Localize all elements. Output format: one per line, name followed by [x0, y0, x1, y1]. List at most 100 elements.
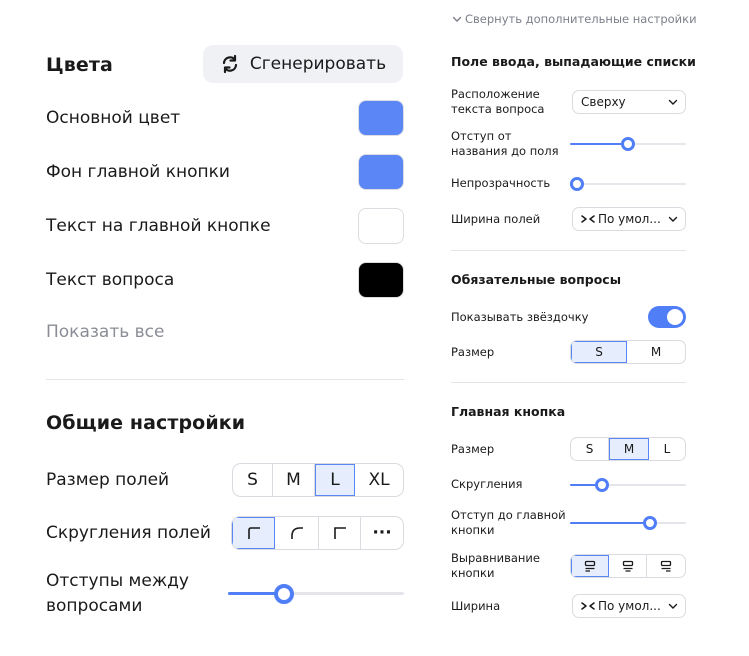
general-settings-title: Общие настройки: [46, 412, 246, 434]
color-row-main-button-text: Текст на главной кнопке: [46, 208, 404, 244]
main-button-alignment-row: Выравнивание кнопки: [451, 551, 686, 581]
field-rounding-label: Скругления полей: [46, 522, 211, 543]
main-button-rounding-slider[interactable]: [570, 477, 686, 492]
main-button-width-label: Ширина: [451, 598, 501, 613]
main-button-width-select[interactable]: По умол...: [572, 594, 686, 618]
align-center-icon: [622, 560, 634, 572]
field-rounding-segmented: ···: [231, 516, 404, 550]
color-label: Фон главной кнопки: [46, 162, 230, 182]
divider: [46, 379, 404, 380]
required-size-segmented: S M: [570, 340, 686, 364]
corner-round-icon: [289, 525, 305, 541]
width-arrows-icon: [581, 214, 595, 224]
main-button-offset-label: Отступ до главной кнопки: [451, 508, 566, 537]
color-label: Текст на главной кнопке: [46, 216, 271, 236]
chevron-down-icon: [668, 97, 678, 107]
inputs-section-title: Поле ввода, выпадающие списки: [451, 54, 696, 69]
collapse-advanced-link[interactable]: Свернуть дополнительные настройки: [452, 12, 697, 26]
select-value: По умол...: [598, 599, 661, 613]
question-position-select[interactable]: Сверху: [572, 90, 686, 114]
slider-thumb[interactable]: [570, 176, 584, 191]
align-left-icon: [584, 560, 596, 572]
generate-button[interactable]: Сгенерировать: [203, 45, 403, 83]
align-right-icon: [660, 560, 672, 572]
rounding-option-none[interactable]: [319, 517, 361, 549]
select-value-wrap: По умол...: [581, 599, 661, 613]
align-left-option[interactable]: [571, 555, 609, 577]
color-label: Текст вопроса: [46, 270, 175, 290]
required-size-option-m[interactable]: M: [627, 341, 685, 363]
field-size-option-m[interactable]: M: [273, 464, 315, 496]
main-button-offset-slider[interactable]: [570, 516, 686, 530]
required-size-row: Размер S M: [451, 340, 686, 364]
width-arrows-icon: [581, 601, 595, 611]
colors-title: Цвета: [46, 54, 113, 76]
main-button-size-row: Размер S M L: [451, 437, 686, 461]
color-label: Основной цвет: [46, 108, 181, 128]
field-width-select[interactable]: По умол...: [572, 207, 686, 231]
align-right-option[interactable]: [647, 555, 685, 577]
chevron-down-icon: [668, 601, 678, 611]
field-width-row: Ширина полей По умол...: [451, 207, 686, 231]
question-position-row: Расположение текста вопроса Сверху: [451, 87, 686, 117]
select-value: Сверху: [581, 95, 626, 109]
chevron-down-icon: [668, 214, 678, 224]
chevron-down-icon: [452, 14, 462, 24]
opacity-slider[interactable]: [570, 176, 686, 191]
field-size-option-xl[interactable]: XL: [355, 464, 403, 496]
field-size-label: Размер полей: [46, 469, 170, 490]
main-button-alignment-segmented: [570, 554, 686, 578]
question-spacing-row: Отступы между вопросами: [46, 569, 404, 619]
field-size-option-s[interactable]: S: [233, 464, 273, 496]
field-size-segmented: S M L XL: [232, 463, 404, 497]
title-offset-row: Отступ от названия до поля: [451, 129, 686, 159]
slider-thumb[interactable]: [643, 516, 658, 530]
color-row-question-text: Текст вопроса: [46, 262, 404, 298]
color-swatch-main-button-text[interactable]: [358, 208, 404, 244]
field-size-row: Размер полей S M L XL: [46, 463, 404, 497]
slider-thumb[interactable]: [274, 584, 295, 604]
slider-thumb[interactable]: [595, 477, 610, 492]
opacity-row: Непрозрачность: [451, 176, 686, 191]
question-spacing-label: Отступы между вопросами: [46, 571, 189, 616]
color-row-primary: Основной цвет: [46, 100, 404, 136]
title-offset-slider[interactable]: [570, 137, 686, 151]
rounding-option-small[interactable]: [232, 517, 275, 549]
main-button-size-segmented: S M L: [570, 437, 686, 461]
select-value-wrap: По умол...: [581, 212, 661, 226]
color-swatch-main-button-bg[interactable]: [358, 154, 404, 190]
color-swatch-primary[interactable]: [358, 100, 404, 136]
refresh-icon: [220, 54, 240, 74]
required-size-label: Размер: [451, 344, 495, 359]
color-row-main-button-bg: Фон главной кнопки: [46, 154, 404, 190]
main-button-size-option-m[interactable]: M: [609, 438, 649, 460]
show-asterisk-toggle[interactable]: [648, 306, 686, 328]
show-asterisk-label: Показывать звёздочку: [451, 309, 589, 324]
color-swatch-question-text[interactable]: [358, 262, 404, 298]
select-value: По умол...: [598, 212, 661, 226]
divider: [451, 382, 686, 383]
opacity-label: Непрозрачность: [451, 176, 551, 190]
collapse-advanced-label: Свернуть дополнительные настройки: [465, 12, 697, 26]
corner-square-icon: [246, 525, 262, 541]
required-size-option-s[interactable]: S: [571, 341, 627, 363]
slider-fill: [570, 143, 628, 145]
main-button-size-option-l[interactable]: L: [649, 438, 685, 460]
question-spacing-slider[interactable]: [228, 584, 404, 604]
field-rounding-row: Скругления полей ···: [46, 516, 404, 550]
main-button-rounding-row: Скругления: [451, 477, 686, 492]
field-size-option-l[interactable]: L: [315, 464, 355, 496]
question-position-label: Расположение текста вопроса: [451, 87, 545, 116]
slider-thumb[interactable]: [621, 137, 635, 151]
generate-button-label: Сгенерировать: [249, 54, 387, 74]
title-offset-label: Отступ от названия до поля: [451, 129, 559, 158]
required-section-title: Обязательные вопросы: [451, 272, 622, 287]
show-all-link[interactable]: Показать все: [46, 322, 164, 342]
corner-sharp-icon: [332, 525, 348, 541]
slider-fill: [570, 522, 651, 524]
more-icon[interactable]: ···: [361, 517, 403, 549]
rounding-option-large[interactable]: [275, 517, 319, 549]
align-center-option[interactable]: [609, 555, 647, 577]
main-button-section-title: Главная кнопка: [451, 404, 566, 419]
main-button-size-option-s[interactable]: S: [571, 438, 609, 460]
